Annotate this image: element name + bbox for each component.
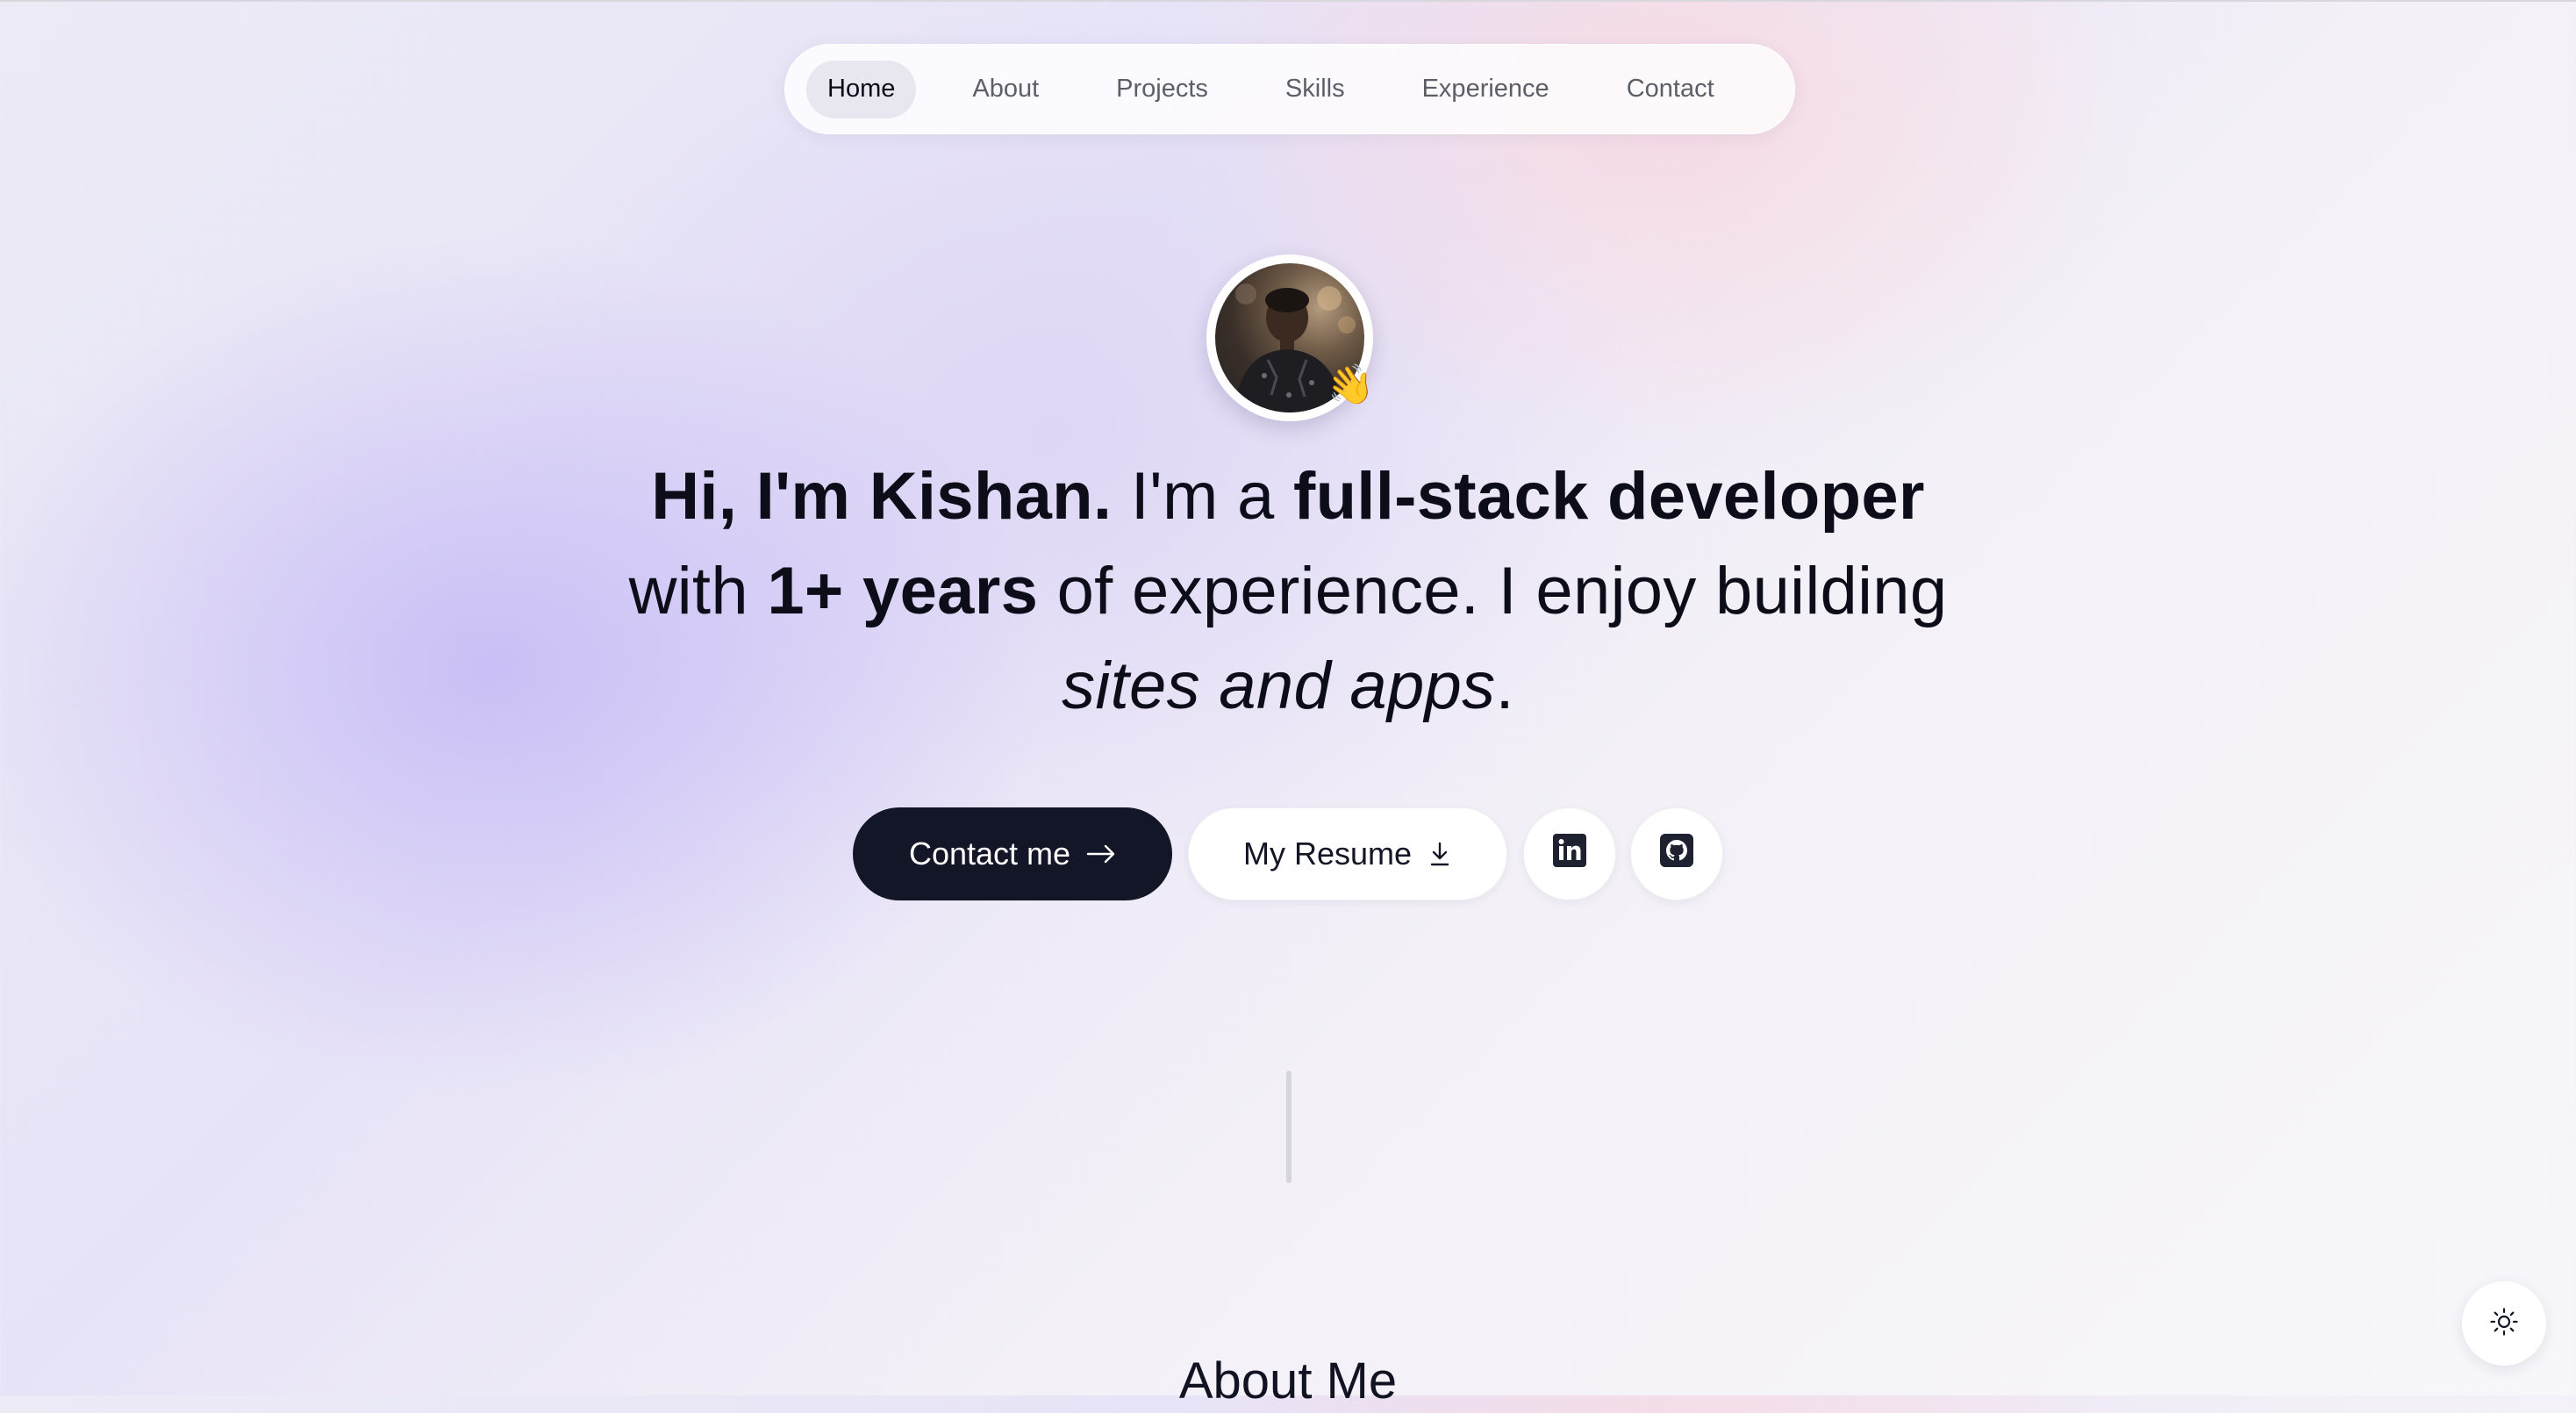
contact-me-label: Contact me xyxy=(908,836,1071,871)
arrow-right-icon xyxy=(1086,844,1116,864)
headline-text-3: of experience. I enjoy building xyxy=(1038,554,1948,628)
linkedin-button[interactable] xyxy=(1523,807,1616,900)
github-button[interactable] xyxy=(1630,807,1723,900)
contact-me-button[interactable]: Contact me xyxy=(853,807,1172,900)
nav-item-home[interactable]: Home xyxy=(806,60,917,118)
nav-item-experience[interactable]: Experience xyxy=(1401,61,1571,118)
headline-end: . xyxy=(1495,649,1514,723)
scroll-divider xyxy=(1286,1071,1292,1183)
headline-greeting: Hi, I'm Kishan. xyxy=(651,459,1113,534)
nav-item-projects[interactable]: Projects xyxy=(1095,61,1229,118)
about-section-heading: About Me xyxy=(1178,1352,1398,1409)
nav-item-about[interactable]: About xyxy=(951,61,1060,118)
sun-icon xyxy=(2489,1307,2519,1341)
linkedin-icon xyxy=(1552,833,1587,876)
headline-years: 1+ years xyxy=(767,554,1039,628)
waving-hand-emoji: 👋 xyxy=(1323,360,1378,412)
theme-toggle-button[interactable] xyxy=(2462,1281,2546,1366)
headline-role: full-stack developer xyxy=(1292,459,1925,534)
my-resume-label: My Resume xyxy=(1242,836,1413,871)
headline-text-1: I'm a xyxy=(1112,459,1293,534)
hero-headline: Hi, I'm Kishan. I'm a full-stack develop… xyxy=(491,449,2085,734)
github-icon xyxy=(1659,833,1694,876)
my-resume-button[interactable]: My Resume xyxy=(1188,807,1507,900)
nav-item-contact[interactable]: Contact xyxy=(1606,61,1735,118)
headline-craft: sites and apps xyxy=(1062,649,1496,723)
headline-text-2: with xyxy=(628,554,768,628)
top-navigation: Home About Projects Skills Experience Co… xyxy=(784,44,1795,134)
download-icon xyxy=(1428,841,1452,867)
nav-item-skills[interactable]: Skills xyxy=(1264,61,1366,118)
top-border xyxy=(0,0,2576,2)
